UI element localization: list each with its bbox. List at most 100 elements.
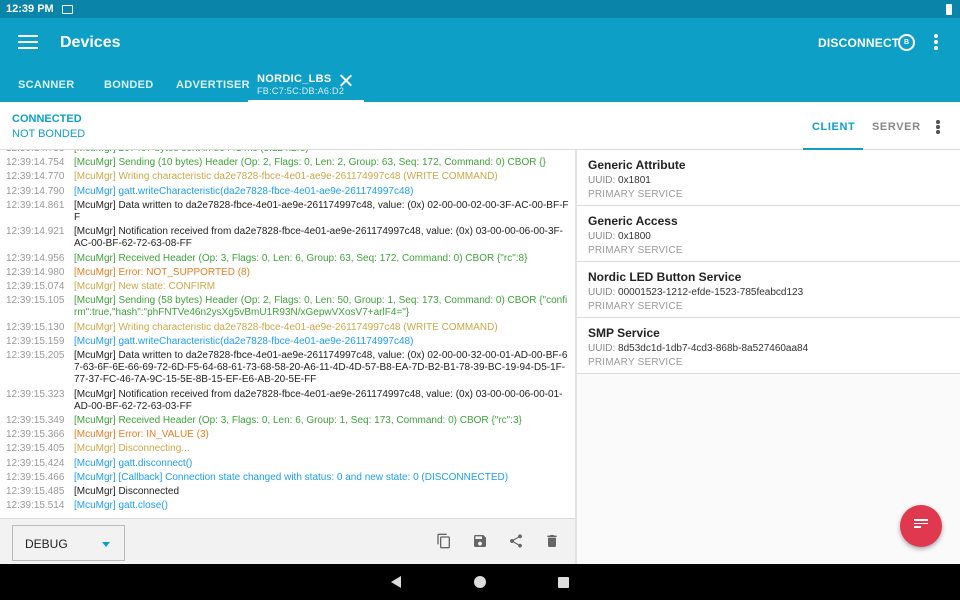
service-name: Generic Attribute [588, 158, 686, 172]
service-name: Nordic LED Button Service [588, 270, 742, 284]
recents-icon[interactable] [558, 577, 569, 588]
log-row: 12:39:15.074 [McuMgr] New state: CONFIRM [0, 280, 575, 294]
bluetooth-icon[interactable]: B [898, 34, 915, 51]
log-timestamp: 12:39:15.130 [6, 321, 65, 333]
log-message: [McuMgr] gatt.writeCharacteristic(da2e78… [74, 185, 414, 197]
log-row: 12:39:14.770 [McuMgr] Writing characteris… [0, 170, 575, 184]
app-bar: Devices DISCONNECT B SCANNER BONDED ADVE… [0, 18, 960, 102]
log-message: [McuMgr] [Callback] Connection state cha… [74, 471, 509, 483]
log-fab-button[interactable] [900, 505, 942, 547]
log-row: 12:39:14.921 [McuMgr] Notification receiv… [0, 225, 575, 251]
log-message: [McuMgr] Error: NOT_SUPPORTED (8) [74, 266, 250, 278]
log-message: [McuMgr] Disconnected [74, 486, 180, 498]
service-type: PRIMARY SERVICE [588, 245, 683, 256]
status-time: 12:39 PM [6, 3, 54, 15]
service-item[interactable]: Nordic LED Button Service UUID: 00001523-… [577, 262, 960, 318]
log-level-select[interactable]: DEBUG [12, 525, 125, 561]
log-list: 12:39:14.733[McuMgr] 267407 bytes sent i… [0, 150, 575, 513]
log-timestamp: 12:39:15.424 [6, 457, 65, 469]
copy-icon[interactable] [436, 533, 452, 549]
connection-header: CONNECTED NOT BONDED CLIENT SERVER [0, 102, 960, 150]
log-timestamp: 12:39:15.366 [6, 429, 65, 441]
connection-state: CONNECTED [12, 113, 82, 125]
service-item[interactable]: Generic Attribute UUID: 0x1801 PRIMARY SER… [577, 150, 960, 206]
log-timestamp: 12:39:15.074 [6, 281, 65, 293]
log-message: [McuMgr] Data written to da2e7828-fbce-4… [74, 350, 568, 386]
menu-icon[interactable] [18, 35, 38, 51]
system-nav-bar [0, 564, 960, 600]
log-timestamp: 12:39:15.485 [6, 486, 65, 498]
log-row: 12:39:15.466 [McuMgr] [Callback] Connecti… [0, 471, 575, 485]
log-row: 12:39:14.956 [McuMgr] Received Header (Op… [0, 252, 575, 266]
log-row: 12:39:15.514 [McuMgr] gatt.close() [0, 499, 575, 513]
service-type: PRIMARY SERVICE [588, 189, 683, 200]
log-row: 12:39:15.323 [McuMgr] Notification receiv… [0, 388, 575, 414]
tab-nordic-lbs[interactable]: NORDIC_LBS FB:C7:5C:DB:A6:D2 [248, 70, 364, 102]
log-message: [McuMgr] Received Header (Op: 3, Flags: … [74, 252, 528, 264]
log-row: 12:39:14.790 [McuMgr] gatt.writeCharacter… [0, 185, 575, 199]
log-message: [McuMgr] Notification received from da2e… [74, 226, 563, 250]
tab-server[interactable]: SERVER [872, 121, 921, 133]
log-row: 12:39:14.980 [McuMgr] Error: NOT_SUPPORTE… [0, 266, 575, 280]
log-row: 12:39:15.105 [McuMgr] Sending (58 bytes) … [0, 294, 575, 320]
log-row: 12:39:15.349 [McuMgr] Received Header (Op… [0, 414, 575, 428]
log-message: [McuMgr] Notification received from da2e… [74, 388, 563, 412]
list-icon [914, 519, 928, 531]
log-message: [McuMgr] Data written to da2e7828-fbce-4… [74, 199, 569, 224]
log-panel[interactable]: 12:39:14.733[McuMgr] 267407 bytes sent i… [0, 150, 575, 518]
bond-state: NOT BONDED [12, 128, 86, 140]
log-message: [McuMgr] New state: CONFIRM [74, 281, 216, 293]
log-timestamp: 12:39:14.790 [6, 185, 65, 197]
service-type: PRIMARY SERVICE [588, 357, 683, 368]
disconnect-button[interactable]: DISCONNECT [818, 36, 899, 50]
image-notification-icon [61, 4, 73, 14]
service-uuid: UUID: 8d53dc1d-1db7-4cd3-868b-8a527460aa… [588, 343, 809, 354]
log-message: [McuMgr] Error: IN_VALUE (3) [74, 429, 209, 441]
log-message: [McuMgr] Received Header (Op: 3, Flags: … [74, 415, 522, 427]
log-timestamp: 12:39:14.770 [6, 171, 65, 183]
more-options-icon[interactable] [936, 120, 940, 135]
home-icon[interactable] [474, 576, 486, 588]
log-row: 12:39:14.754 [McuMgr] Sending (10 bytes) … [0, 156, 575, 170]
log-level-value: DEBUG [25, 537, 68, 551]
service-uuid: UUID: 00001523-1212-efde-1523-785feabcd1… [588, 287, 804, 298]
log-message: [McuMgr] Writing characteristic da2e7828… [74, 171, 498, 183]
log-timestamp: 12:39:15.323 [6, 388, 65, 400]
log-message: [McuMgr] 267407 bytes sent in 86441 ms (… [74, 150, 575, 155]
log-message: [McuMgr] Sending (58 bytes) Header (Op: … [74, 295, 568, 319]
service-item[interactable]: SMP Service UUID: 8d53dc1d-1db7-4cd3-868b… [577, 318, 960, 374]
service-name: SMP Service [588, 326, 660, 340]
log-message: [McuMgr] Disconnecting... [74, 443, 190, 455]
log-timestamp: 12:39:15.159 [6, 335, 65, 347]
log-row: 12:39:15.485 [McuMgr] Disconnected [0, 485, 575, 499]
service-uuid: UUID: 0x1801 [588, 175, 651, 186]
log-timestamp: 12:39:14.980 [6, 266, 65, 278]
log-row: 12:39:15.405 [McuMgr] Disconnecting... [0, 442, 575, 456]
log-message: [McuMgr] gatt.writeCharacteristic(da2e78… [74, 335, 414, 347]
close-icon[interactable] [339, 74, 352, 87]
service-item[interactable]: Generic Access UUID: 0x1800 PRIMARY SERVIC… [577, 206, 960, 262]
share-icon[interactable] [508, 533, 524, 549]
log-row: 12:39:15.205 [McuMgr] Data written to da2… [0, 349, 575, 388]
log-timestamp: 12:39:14.956 [6, 252, 65, 264]
status-bar: 12:39 PM [0, 0, 960, 18]
log-timestamp: 12:39:15.349 [6, 415, 65, 427]
tab-client[interactable]: CLIENT [812, 121, 855, 133]
tab-device-name: NORDIC_LBS [257, 73, 332, 85]
overflow-menu-icon[interactable] [934, 34, 940, 52]
service-name: Generic Access [588, 214, 678, 228]
log-message: [McuMgr] gatt.close() [74, 500, 168, 512]
log-timestamp: 12:39:14.754 [6, 157, 65, 169]
delete-icon[interactable] [544, 533, 560, 549]
log-message: [McuMgr] gatt.disconnect() [74, 457, 193, 469]
log-timestamp: 12:39:14.861 [6, 199, 65, 211]
log-row: 12:39:15.424 [McuMgr] gatt.disconnect() [0, 457, 575, 471]
log-timestamp: 12:39:15.514 [6, 500, 65, 512]
service-uuid: UUID: 0x1800 [588, 231, 651, 242]
log-timestamp: 12:39:14.733 [6, 150, 74, 155]
save-icon[interactable] [472, 533, 488, 549]
log-row: 12:39:15.130 [McuMgr] Writing characteris… [0, 321, 575, 335]
back-icon[interactable] [391, 576, 401, 588]
log-timestamp: 12:39:15.205 [6, 350, 65, 362]
log-timestamp: 12:39:14.921 [6, 226, 65, 238]
